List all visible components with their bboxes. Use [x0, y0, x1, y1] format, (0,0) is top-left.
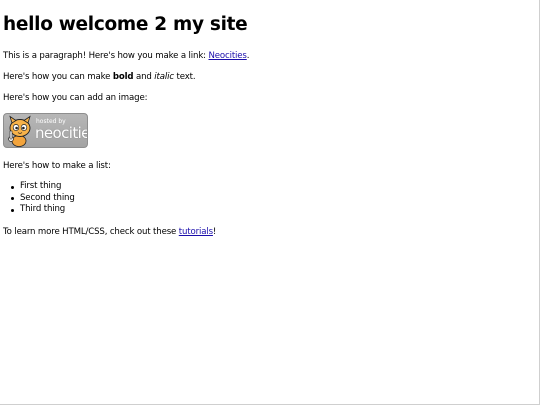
intro-paragraph: This is a paragraph! Here's how you make…: [3, 50, 249, 62]
list-item: Third thing: [11, 204, 75, 216]
list-item: Second thing: [11, 192, 75, 205]
list-item-label: First thing: [20, 181, 62, 191]
tutorials-link[interactable]: tutorials: [179, 227, 213, 237]
badge-brand-text: neocities: [35, 124, 87, 142]
neocities-cat-icon: [8, 115, 31, 147]
neocities-link[interactable]: Neocities: [208, 51, 246, 61]
formatting-text-end: text.: [173, 72, 196, 82]
bullet-icon: [11, 185, 14, 189]
outro-text-end: !: [212, 227, 217, 237]
formatting-text: Here's how you can make: [3, 72, 113, 82]
bullet-icon: [11, 197, 14, 201]
formatting-paragraph: Here's how you can make bold and italic …: [3, 71, 196, 83]
hosted-by-neocities-badge[interactable]: hosted by neocities: [3, 113, 88, 148]
bold-example: bold: [112, 72, 134, 82]
bullet-icon: [11, 208, 14, 212]
list-item-label: Third thing: [20, 204, 66, 215]
page-title: hello welcome 2 my site: [3, 14, 248, 35]
intro-text-end: .: [246, 51, 250, 61]
list-item-label: Second thing: [20, 192, 75, 203]
outro-text: To learn more HTML/CSS, check out these: [3, 227, 179, 237]
image-intro-paragraph: Here's how you can add an image:: [3, 93, 148, 103]
list-intro-paragraph: Here's how to make a list:: [3, 161, 111, 171]
example-list: First thing Second thing Third thing: [3, 181, 75, 216]
formatting-text-middle: and: [133, 72, 155, 82]
italic-example: italic: [154, 72, 174, 82]
outro-paragraph: To learn more HTML/CSS, check out these …: [3, 226, 216, 238]
page: hello welcome 2 my site This is a paragr…: [0, 0, 540, 405]
intro-text: This is a paragraph! Here's how you make…: [3, 51, 209, 61]
list-item: First thing: [11, 181, 75, 193]
